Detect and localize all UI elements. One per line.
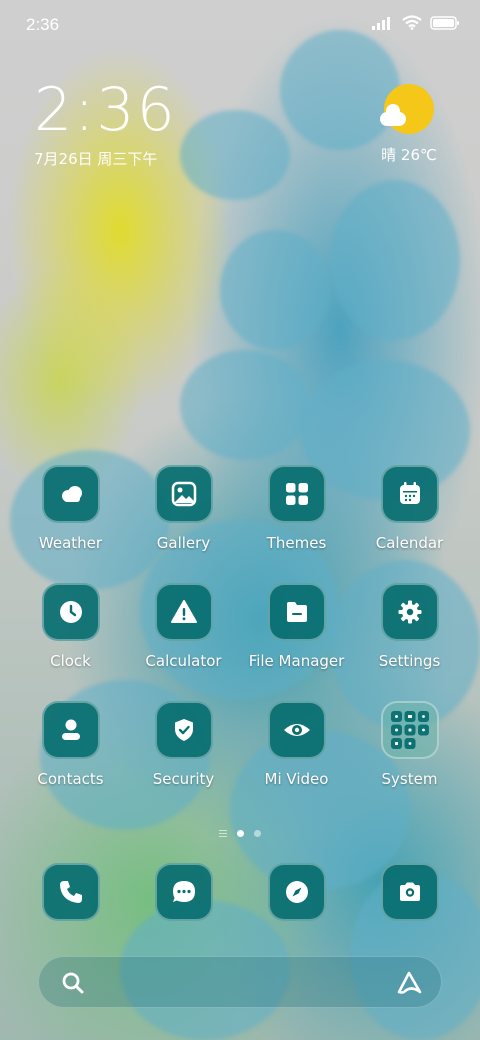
security-icon [174, 719, 193, 741]
app-mi-video[interactable]: Mi Video [240, 701, 353, 788]
search-icon[interactable] [61, 971, 85, 995]
weather-text: 晴 26℃ [381, 146, 437, 164]
app-label: Weather [38, 534, 103, 552]
app-contacts[interactable]: Contacts [14, 701, 127, 788]
app-settings[interactable]: Settings [353, 583, 466, 670]
app-gallery[interactable]: Gallery [127, 465, 240, 552]
signal-icon [372, 16, 390, 30]
mi-video-icon [283, 724, 310, 736]
app-folder-system[interactable]: System [353, 701, 466, 788]
dock [14, 863, 466, 921]
app-label: System [381, 770, 438, 788]
dock-messages[interactable] [127, 863, 240, 921]
search-bar[interactable] [38, 956, 442, 1008]
system-folder-icon [390, 711, 429, 749]
dock-camera[interactable] [353, 863, 466, 921]
app-label: Settings [378, 652, 441, 670]
page-dot-current [237, 830, 244, 837]
app-weather[interactable]: Weather [14, 465, 127, 552]
clock-icon [59, 601, 82, 623]
app-security[interactable]: Security [127, 701, 240, 788]
page-indicator [0, 830, 480, 837]
settings-icon [398, 600, 421, 624]
app-label: Calculator [145, 652, 222, 670]
file-manager-icon [286, 602, 307, 622]
app-file-manager[interactable]: File Manager [240, 583, 353, 670]
assistant-icon[interactable] [395, 970, 423, 996]
dock-browser[interactable] [240, 863, 353, 921]
app-label: Security [152, 770, 215, 788]
calendar-icon [399, 482, 420, 504]
clock-date: 7月26日 周三下午 [34, 150, 158, 168]
clock-time: 2:36 [34, 75, 177, 145]
themes-icon [285, 483, 308, 505]
page-dot [254, 830, 261, 837]
app-calculator[interactable]: Calculator [127, 583, 240, 670]
app-label: Gallery [156, 534, 211, 552]
weather-icon [61, 486, 82, 502]
gallery-icon [171, 481, 196, 507]
app-label: Themes [266, 534, 327, 552]
app-themes[interactable]: Themes [240, 465, 353, 552]
app-label: Mi Video [264, 770, 329, 788]
app-grid: Weather Gallery Themes Calendar Clock Ca… [14, 465, 466, 788]
messages-icon [172, 881, 195, 902]
app-clock[interactable]: Clock [14, 583, 127, 670]
status-bar: 2:36 [0, 0, 480, 50]
sunny-weather-icon [380, 84, 434, 134]
dock-phone[interactable] [14, 863, 127, 921]
status-time: 2:36 [26, 15, 60, 34]
contacts-icon [61, 719, 80, 740]
app-drawer-indicator-icon [219, 830, 227, 837]
app-label: Calendar [375, 534, 444, 552]
calculator-icon [170, 600, 197, 623]
phone-icon [59, 881, 82, 903]
wifi-icon [402, 15, 422, 30]
app-label: Clock [50, 652, 91, 670]
battery-icon [430, 15, 459, 30]
app-label: Contacts [37, 770, 104, 788]
browser-icon [285, 881, 308, 903]
app-label: File Manager [248, 652, 345, 670]
status-icons [372, 15, 460, 30]
app-calendar[interactable]: Calendar [353, 465, 466, 552]
camera-icon [399, 882, 420, 901]
weather-widget[interactable]: 晴 26℃ [374, 84, 444, 165]
clock-widget[interactable]: 2:36 7月26日 周三下午 [34, 80, 177, 169]
